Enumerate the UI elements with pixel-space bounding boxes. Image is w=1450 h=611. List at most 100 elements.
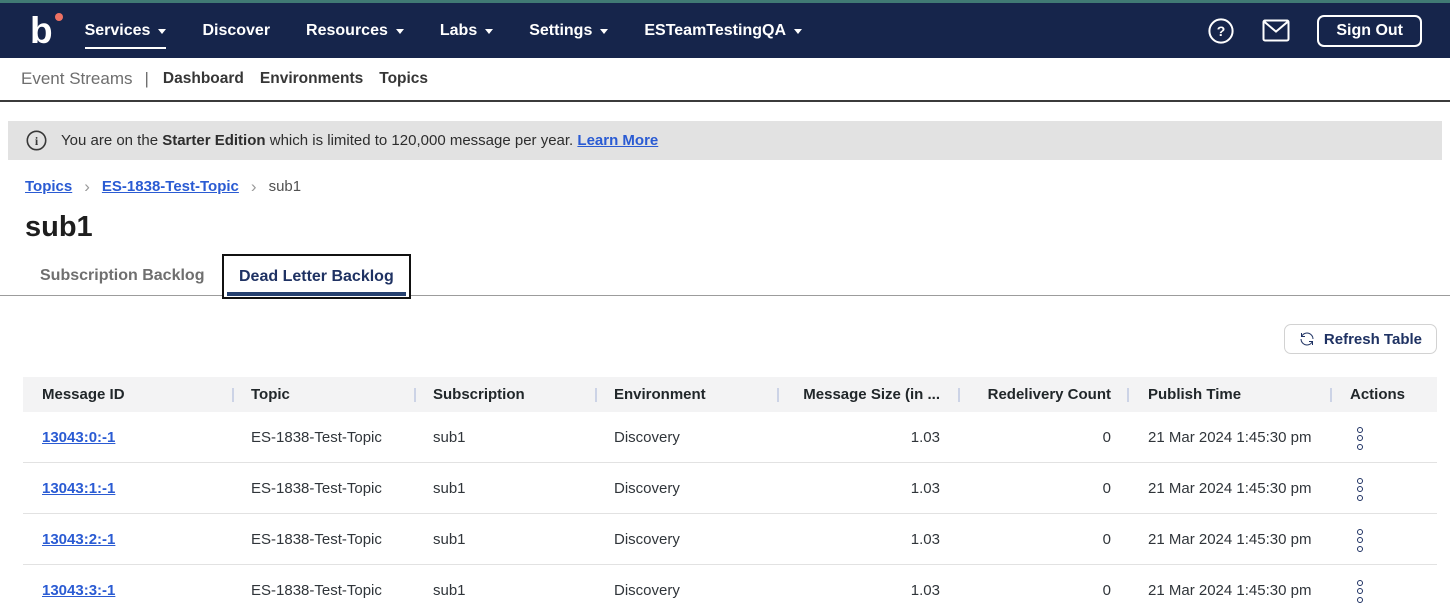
column-header-actions: Actions bbox=[1330, 377, 1437, 412]
nav-item-labs[interactable]: Labs bbox=[440, 22, 493, 40]
learn-more-link[interactable]: Learn More bbox=[577, 132, 658, 149]
cell-environment: Discovery bbox=[595, 582, 777, 599]
subnav-item-dashboard[interactable]: Dashboard bbox=[163, 70, 244, 88]
tab-subscription-backlog[interactable]: Subscription Backlog bbox=[40, 254, 204, 298]
row-overflow-menu-button[interactable] bbox=[1350, 524, 1370, 557]
top-navigation-bar: b Services Discover Resources Labs Setti… bbox=[0, 0, 1450, 58]
help-icon: ? bbox=[1207, 17, 1235, 45]
cell-topic: ES-1838-Test-Topic bbox=[232, 480, 414, 497]
breadcrumb-chevron-icon: › bbox=[84, 178, 90, 195]
cell-publish-time: 21 Mar 2024 1:45:30 pm bbox=[1127, 480, 1330, 497]
cell-message-size: 1.03 bbox=[777, 582, 958, 599]
column-header-redelivery-count: Redelivery Count bbox=[958, 377, 1127, 412]
table-row: 13043:2:-1 ES-1838-Test-Topic sub1 Disco… bbox=[23, 514, 1437, 565]
nav-item-label: Resources bbox=[306, 22, 388, 40]
cell-message-id: 13043:0:-1 bbox=[23, 429, 232, 446]
svg-text:?: ? bbox=[1217, 23, 1226, 39]
cell-topic: ES-1838-Test-Topic bbox=[232, 582, 414, 599]
overflow-menu-icon bbox=[1357, 546, 1363, 552]
mail-icon bbox=[1262, 19, 1290, 42]
banner-text-suffix: which is limited to 120,000 message per … bbox=[266, 132, 578, 149]
nav-item-discover[interactable]: Discover bbox=[202, 22, 270, 40]
cell-subscription: sub1 bbox=[414, 582, 595, 599]
cell-environment: Discovery bbox=[595, 531, 777, 548]
cell-environment: Discovery bbox=[595, 429, 777, 446]
refresh-table-button[interactable]: Refresh Table bbox=[1284, 324, 1437, 354]
table-row: 13043:1:-1 ES-1838-Test-Topic sub1 Disco… bbox=[23, 463, 1437, 514]
cell-subscription: sub1 bbox=[414, 429, 595, 446]
tab-bar-divider bbox=[0, 295, 1450, 296]
nav-item-label: ESTeamTestingQA bbox=[644, 22, 786, 40]
nav-item-settings[interactable]: Settings bbox=[529, 22, 608, 40]
message-id-link[interactable]: 13043:0:-1 bbox=[42, 429, 115, 446]
cell-redelivery-count: 0 bbox=[958, 429, 1127, 446]
chevron-down-icon bbox=[396, 29, 404, 34]
column-header-message-size: Message Size (in ... bbox=[777, 377, 958, 412]
banner-text: You are on the Starter Edition which is … bbox=[61, 132, 658, 149]
breadcrumb-current: sub1 bbox=[269, 178, 302, 195]
cell-message-id: 13043:2:-1 bbox=[23, 531, 232, 548]
overflow-menu-icon bbox=[1357, 444, 1363, 450]
subnav-item-topics[interactable]: Topics bbox=[379, 70, 428, 88]
cell-topic: ES-1838-Test-Topic bbox=[232, 429, 414, 446]
breadcrumb: Topics › ES-1838-Test-Topic › sub1 bbox=[25, 178, 1450, 195]
sign-out-button[interactable]: Sign Out bbox=[1317, 15, 1422, 47]
page-title: sub1 bbox=[25, 211, 1450, 244]
nav-item-label: Labs bbox=[440, 22, 477, 40]
cell-publish-time: 21 Mar 2024 1:45:30 pm bbox=[1127, 582, 1330, 599]
table-row: 13043:3:-1 ES-1838-Test-Topic sub1 Disco… bbox=[23, 565, 1437, 611]
message-id-link[interactable]: 13043:3:-1 bbox=[42, 582, 115, 599]
nav-item-label: Settings bbox=[529, 22, 592, 40]
breadcrumb-chevron-icon: › bbox=[251, 178, 257, 195]
cell-actions bbox=[1330, 471, 1437, 506]
chevron-down-icon bbox=[158, 29, 166, 34]
product-navigation-bar: Event Streams | Dashboard Environments T… bbox=[0, 58, 1450, 102]
nav-item-label: Discover bbox=[202, 22, 270, 40]
overflow-menu-icon bbox=[1357, 478, 1363, 484]
nav-item-services[interactable]: Services bbox=[85, 22, 167, 40]
refresh-icon bbox=[1299, 331, 1315, 347]
chevron-down-icon bbox=[794, 29, 802, 34]
subnav-item-environments[interactable]: Environments bbox=[260, 70, 363, 88]
help-button[interactable]: ? bbox=[1207, 17, 1235, 45]
overflow-menu-icon bbox=[1357, 486, 1363, 492]
table-row: 13043:0:-1 ES-1838-Test-Topic sub1 Disco… bbox=[23, 412, 1437, 463]
overflow-menu-icon bbox=[1357, 580, 1363, 586]
table-body: 13043:0:-1 ES-1838-Test-Topic sub1 Disco… bbox=[23, 412, 1437, 611]
message-id-link[interactable]: 13043:2:-1 bbox=[42, 531, 115, 548]
overflow-menu-icon bbox=[1357, 427, 1363, 433]
overflow-menu-icon bbox=[1357, 597, 1363, 603]
row-overflow-menu-button[interactable] bbox=[1350, 473, 1370, 506]
table-header-row: Message ID Topic Subscription Environmen… bbox=[23, 377, 1437, 412]
cell-actions bbox=[1330, 420, 1437, 455]
topnav-right-actions: ? Sign Out bbox=[1207, 15, 1422, 47]
message-id-link[interactable]: 13043:1:-1 bbox=[42, 480, 115, 497]
refresh-table-label: Refresh Table bbox=[1324, 331, 1422, 348]
column-header-publish-time: Publish Time bbox=[1127, 377, 1330, 412]
table-toolbar: Refresh Table bbox=[0, 324, 1437, 354]
brand-logo-letter: b bbox=[30, 10, 53, 51]
cell-message-size: 1.03 bbox=[777, 531, 958, 548]
edition-notification-banner: i You are on the Starter Edition which i… bbox=[8, 121, 1442, 160]
column-header-message-id: Message ID bbox=[23, 377, 232, 412]
cell-publish-time: 21 Mar 2024 1:45:30 pm bbox=[1127, 429, 1330, 446]
tab-dead-letter-backlog[interactable]: Dead Letter Backlog bbox=[222, 254, 411, 299]
row-overflow-menu-button[interactable] bbox=[1350, 575, 1370, 608]
cell-redelivery-count: 0 bbox=[958, 480, 1127, 497]
cell-redelivery-count: 0 bbox=[958, 582, 1127, 599]
nav-item-resources[interactable]: Resources bbox=[306, 22, 404, 40]
banner-edition-name: Starter Edition bbox=[162, 132, 265, 149]
svg-text:i: i bbox=[35, 134, 39, 148]
cell-subscription: sub1 bbox=[414, 480, 595, 497]
breadcrumb-topic-link[interactable]: ES-1838-Test-Topic bbox=[102, 178, 239, 195]
nav-item-account-menu[interactable]: ESTeamTestingQA bbox=[644, 22, 802, 40]
column-header-topic: Topic bbox=[232, 377, 414, 412]
cell-topic: ES-1838-Test-Topic bbox=[232, 531, 414, 548]
breadcrumb-topics-link[interactable]: Topics bbox=[25, 178, 72, 195]
mail-button[interactable] bbox=[1262, 19, 1290, 42]
brand-logo[interactable]: b bbox=[30, 14, 53, 47]
row-overflow-menu-button[interactable] bbox=[1350, 422, 1370, 455]
cell-redelivery-count: 0 bbox=[958, 531, 1127, 548]
product-nav-divider: | bbox=[145, 69, 149, 89]
cell-message-size: 1.03 bbox=[777, 429, 958, 446]
